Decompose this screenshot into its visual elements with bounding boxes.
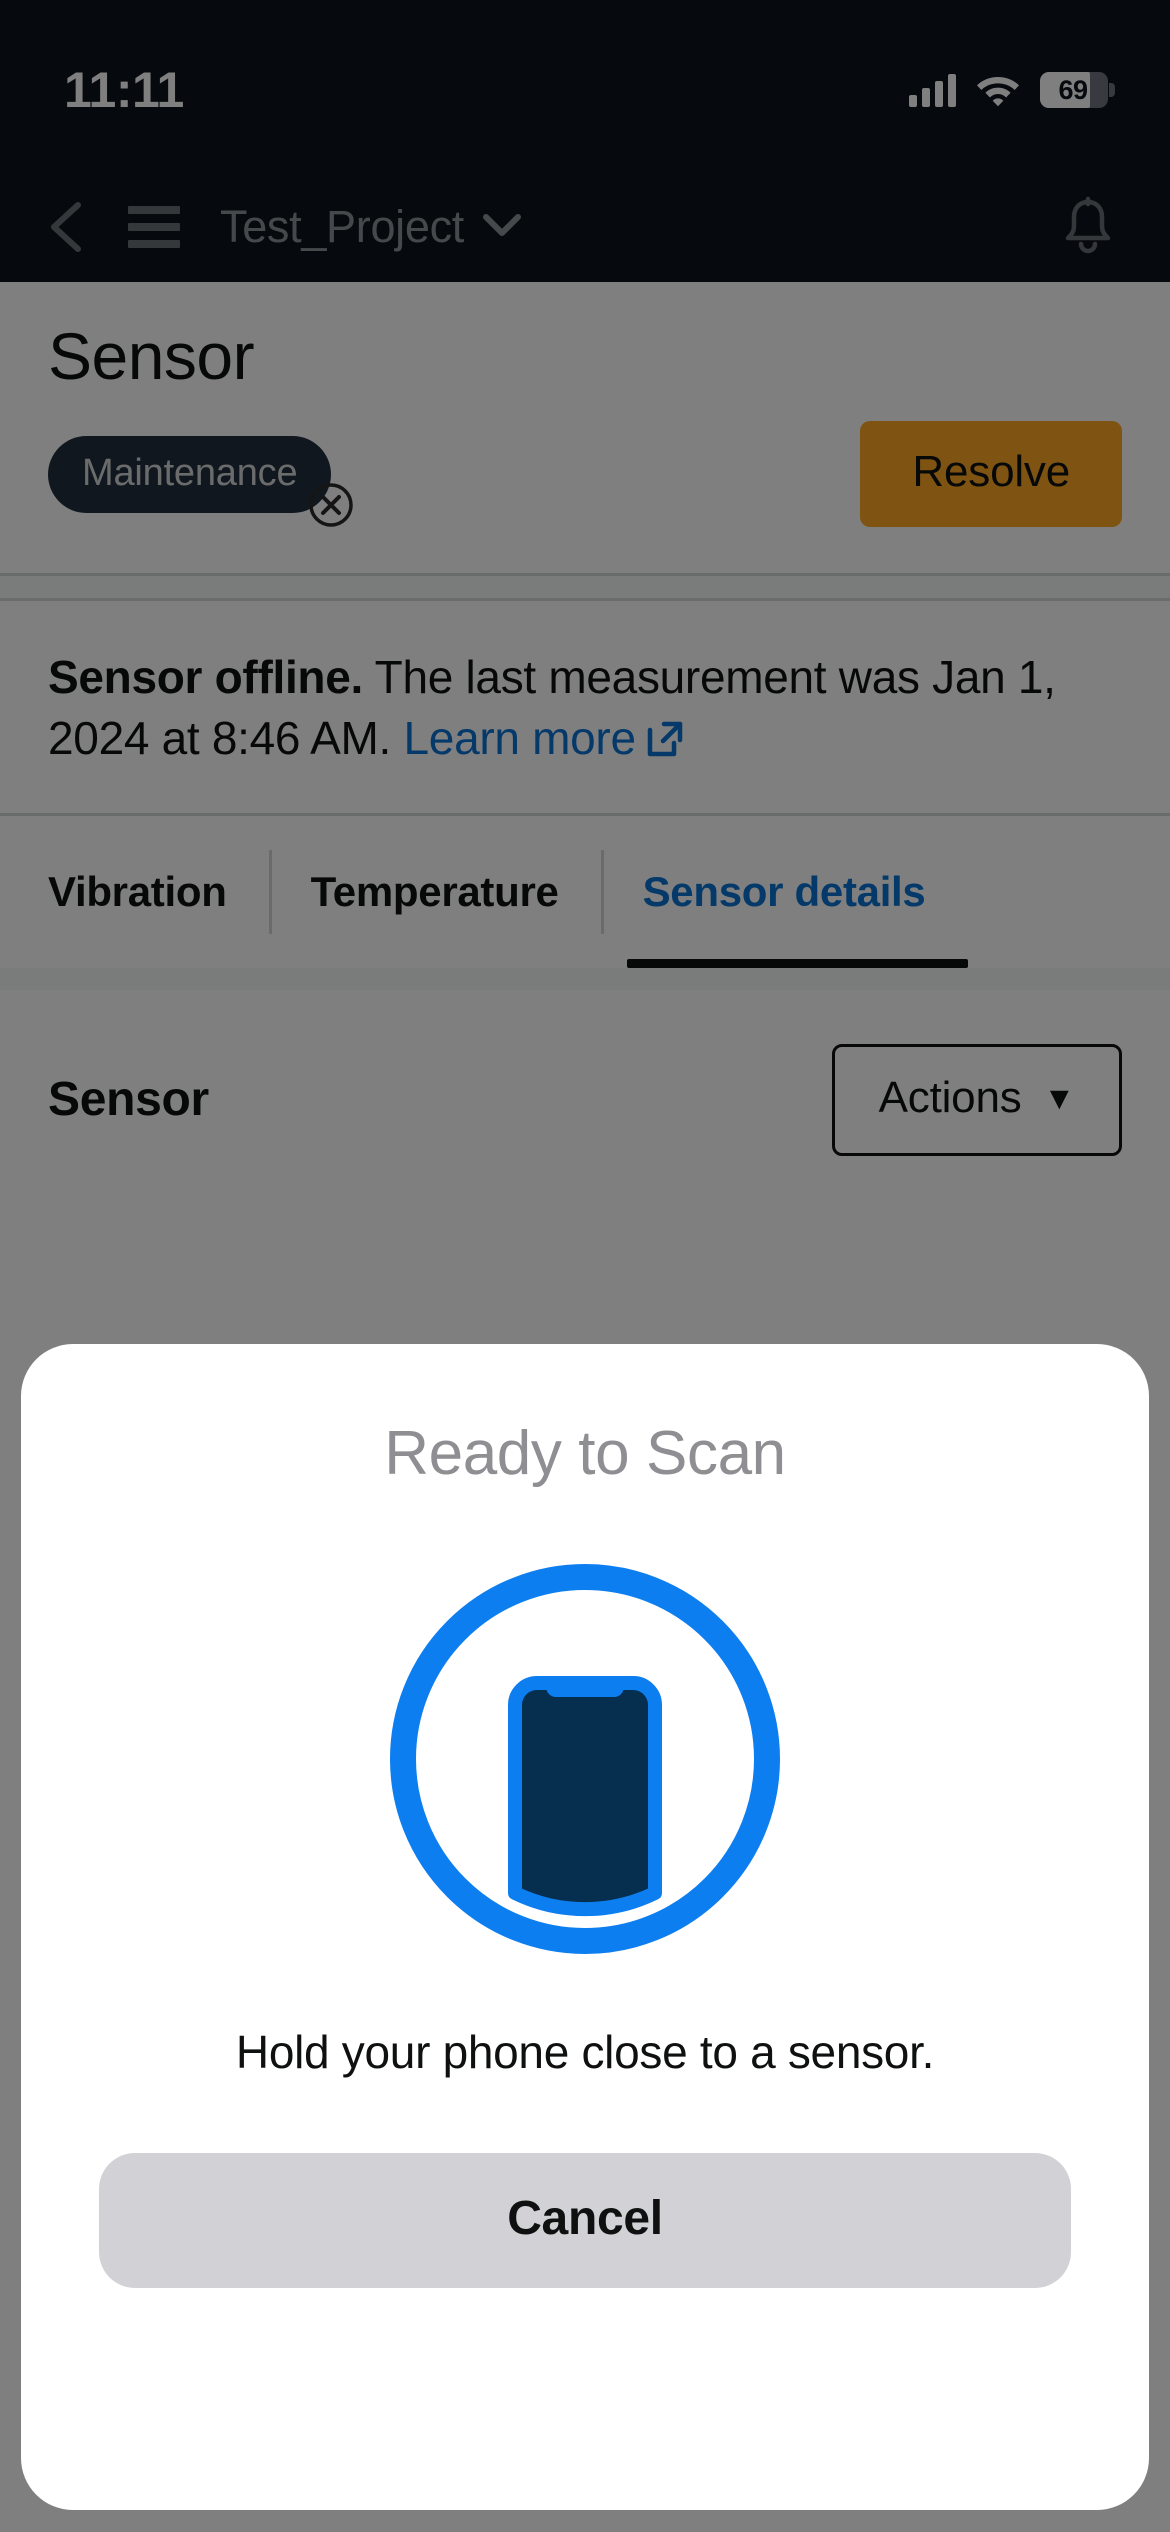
battery-icon: 69 [1040,72,1115,108]
alert-bold-text: Sensor offline. [48,651,363,704]
screen-root: 11:11 69 Test_Project Sensor Maintenance… [0,0,1170,2532]
section-gap [0,576,1170,599]
nfc-phone-scan-icon [390,1564,780,1954]
tab-vibration[interactable]: Vibration [48,816,269,968]
close-circle-icon[interactable] [307,481,355,529]
caret-down-icon: ▼ [1043,1079,1076,1116]
battery-percent-label: 69 [1058,74,1088,105]
offline-alert: Sensor offline. The last measurement was… [0,601,1170,812]
ready-to-scan-dialog: Ready to Scan Hold your phone close to a… [21,1344,1149,2510]
tab-temperature[interactable]: Temperature [268,816,601,968]
actions-button[interactable]: Actions ▼ [831,1043,1122,1156]
chevron-left-icon [51,202,81,252]
page-title: Sensor [48,319,255,393]
wifi-icon [977,77,1019,107]
cellular-bars-icon [909,73,956,107]
back-button[interactable] [40,199,94,255]
cancel-button[interactable]: Cancel [99,2153,1071,2288]
status-bar: 11:11 69 [0,0,1170,172]
resolve-button[interactable]: Resolve [860,421,1122,528]
status-badge: Maintenance [48,435,332,513]
dialog-instruction: Hold your phone close to a sensor. [235,2026,935,2078]
bell-icon[interactable] [1060,196,1116,258]
status-badge-group: Maintenance [48,435,354,527]
external-link-icon[interactable] [646,720,684,758]
actions-button-label: Actions [878,1072,1022,1122]
hamburger-menu-icon[interactable] [128,206,180,248]
tab-bar: Vibration Temperature Sensor details [0,815,1170,968]
section-gap [0,967,1170,990]
project-selector-label[interactable]: Test_Project [220,201,464,253]
dialog-title: Ready to Scan [384,1419,786,1488]
status-bar-clock: 11:11 [64,62,184,118]
status-bar-indicators: 69 [909,72,1115,108]
page-header: Sensor Maintenance Resolve [0,282,1170,573]
sensor-section-title: Sensor [48,1073,209,1127]
status-and-action-row: Maintenance Resolve [48,421,1122,573]
learn-more-link[interactable]: Learn more [404,712,637,764]
sensor-section-header: Sensor Actions ▼ [0,990,1170,1196]
chevron-down-icon[interactable] [482,212,522,243]
top-nav-bar: Test_Project [0,172,1170,282]
tab-sensor-details[interactable]: Sensor details [600,816,968,968]
